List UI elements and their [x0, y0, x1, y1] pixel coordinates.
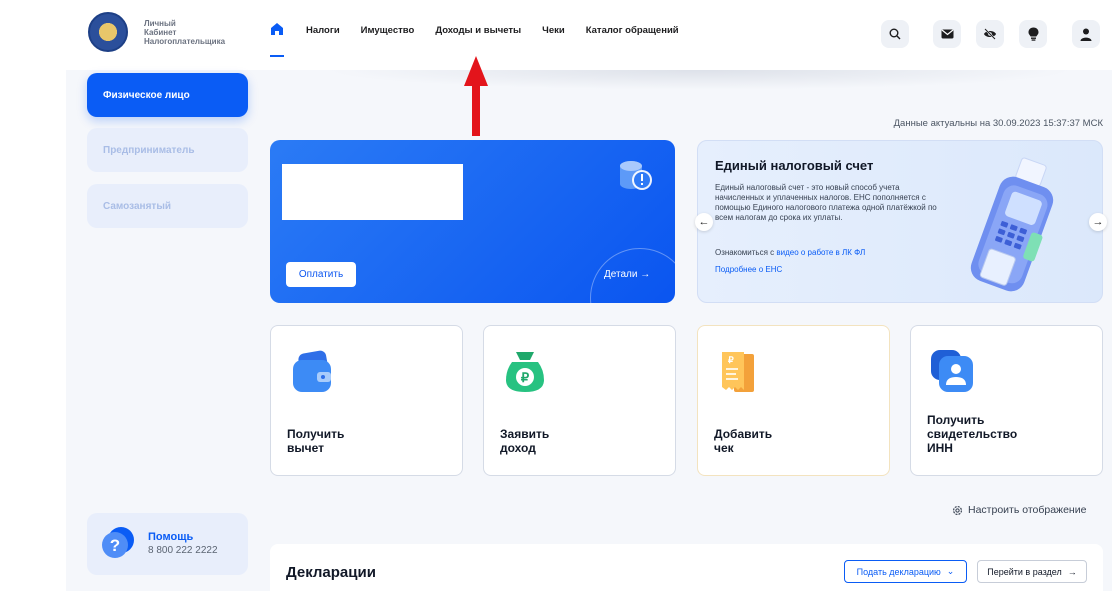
- carousel-prev-button[interactable]: ←: [695, 213, 713, 231]
- ens-video-link[interactable]: видео о работе в ЛК ФЛ: [776, 248, 865, 257]
- coins-alert-icon: [620, 161, 652, 190]
- configure-label: Настроить отображение: [968, 504, 1087, 516]
- logo-line-3: Налогоплательщика: [144, 37, 226, 46]
- action-label: Получить вычет: [287, 427, 344, 455]
- action-label: Заявить доход: [500, 427, 549, 455]
- arrow-left-icon: ←: [698, 216, 710, 228]
- go-to-section-label: Перейти в раздел: [987, 566, 1062, 577]
- action-label: Получить свидетельство ИНН: [927, 413, 1017, 455]
- tips-button[interactable]: [1019, 20, 1047, 48]
- action-label-line: ИНН: [927, 441, 953, 455]
- arrow-right-icon: →: [1067, 566, 1077, 577]
- sidebar-item-individual[interactable]: Физическое лицо: [87, 73, 248, 117]
- main-nav: Налоги Имущество Доходы и вычеты Чеки Ка…: [270, 22, 700, 38]
- action-label-line: вычет: [287, 441, 324, 455]
- ruble-bag-icon: ₽: [506, 352, 544, 392]
- home-icon[interactable]: [270, 22, 286, 38]
- nav-income-deductions[interactable]: Доходы и вычеты: [435, 25, 521, 36]
- svg-text:?: ?: [110, 536, 120, 555]
- search-icon: [889, 28, 901, 40]
- carousel-next-button[interactable]: →: [1089, 213, 1107, 231]
- bulb-icon: [1028, 27, 1038, 41]
- chevron-down-icon: ⌄: [946, 566, 955, 576]
- ens-title: Единый налоговый счет: [715, 158, 874, 173]
- action-card-add-receipt[interactable]: ₽ Добавить чек: [697, 325, 890, 476]
- header: Личный Кабинет Налогоплательщика Налоги …: [66, 0, 1112, 70]
- declarations-title: Декларации: [286, 564, 376, 581]
- action-label-line: свидетельство: [927, 427, 1018, 441]
- arrow-right-icon: →: [640, 269, 651, 280]
- help-icon: ?: [102, 527, 134, 558]
- logo-line-2: Кабинет: [144, 28, 177, 37]
- details-link[interactable]: Детали →: [604, 269, 650, 280]
- ens-video-line: Ознакомиться с видео о работе в ЛК ФЛ: [715, 248, 865, 257]
- configure-display-link[interactable]: Настроить отображение: [952, 504, 1086, 516]
- messages-button[interactable]: [933, 20, 961, 48]
- fns-logo[interactable]: [88, 12, 128, 52]
- action-label-line: Заявить: [500, 427, 550, 441]
- submit-declaration-label: Подать декларацию: [856, 566, 941, 577]
- receipt-icon: ₽: [722, 352, 754, 392]
- annotation-arrow: [464, 56, 488, 136]
- action-label-line: Получить: [927, 413, 985, 427]
- pay-button[interactable]: Оплатить: [286, 262, 356, 287]
- svg-text:₽: ₽: [728, 355, 734, 365]
- redacted-balance: [282, 164, 463, 220]
- eye-off-icon: [984, 28, 996, 40]
- arrow-right-icon: →: [1092, 216, 1104, 228]
- hide-values-button[interactable]: [976, 20, 1004, 48]
- mail-icon: [941, 29, 953, 39]
- logo-text[interactable]: Личный Кабинет Налогоплательщика: [144, 19, 225, 46]
- header-shadow: [324, 70, 1076, 90]
- ens-promo-card: Единый налоговый счет Единый налоговый с…: [697, 140, 1103, 303]
- action-card-declare-income[interactable]: ₽ Заявить доход: [483, 325, 676, 476]
- action-label-line: Получить: [287, 427, 345, 441]
- ens-description: Единый налоговый счет - это новый способ…: [715, 183, 937, 222]
- action-card-get-deduction[interactable]: Получить вычет: [270, 325, 463, 476]
- page: Личный Кабинет Налогоплательщика Налоги …: [66, 0, 1112, 591]
- nav-receipts[interactable]: Чеки: [542, 25, 565, 36]
- sidebar-item-self-employed[interactable]: Самозанятый: [87, 184, 248, 228]
- nav-appeals-catalog[interactable]: Каталог обращений: [586, 25, 679, 36]
- data-actual-timestamp: Данные актуальны на 30.09.2023 15:37:37 …: [893, 118, 1103, 129]
- gear-icon: [952, 505, 963, 515]
- user-icon: [1080, 28, 1092, 41]
- svg-text:₽: ₽: [521, 370, 530, 385]
- id-card-icon: [931, 350, 973, 392]
- go-to-section-button[interactable]: Перейти в раздел →: [977, 560, 1087, 583]
- logo-line-1: Личный: [144, 19, 176, 28]
- wallet-icon: [293, 350, 331, 392]
- action-label: Добавить чек: [714, 427, 772, 455]
- nav-property[interactable]: Имущество: [361, 25, 415, 36]
- action-card-get-inn[interactable]: Получить свидетельство ИНН: [910, 325, 1103, 476]
- sidebar-item-entrepreneur[interactable]: Предприниматель: [87, 128, 248, 172]
- search-button[interactable]: [881, 20, 909, 48]
- action-label-line: доход: [500, 441, 536, 455]
- declarations-panel: Декларации Подать декларацию ⌄ Перейти в…: [270, 544, 1103, 591]
- help-widget[interactable]: ? Помощь 8 800 222 2222: [87, 513, 248, 575]
- active-tab-indicator: [270, 55, 284, 57]
- action-label-line: чек: [714, 441, 734, 455]
- submit-declaration-button[interactable]: Подать декларацию ⌄: [844, 560, 967, 583]
- ens-more-link[interactable]: Подробнее о ЕНС: [715, 265, 782, 274]
- action-label-line: Добавить: [714, 427, 773, 441]
- balance-card: Оплатить Детали →: [270, 140, 675, 303]
- payment-terminal-illustration: [970, 157, 1054, 292]
- help-title: Помощь: [148, 531, 194, 543]
- profile-button[interactable]: [1072, 20, 1100, 48]
- details-label: Детали: [604, 269, 638, 280]
- nav-taxes[interactable]: Налоги: [306, 25, 340, 36]
- help-phone: 8 800 222 2222: [148, 545, 218, 556]
- ens-video-prefix: Ознакомиться с: [715, 248, 777, 257]
